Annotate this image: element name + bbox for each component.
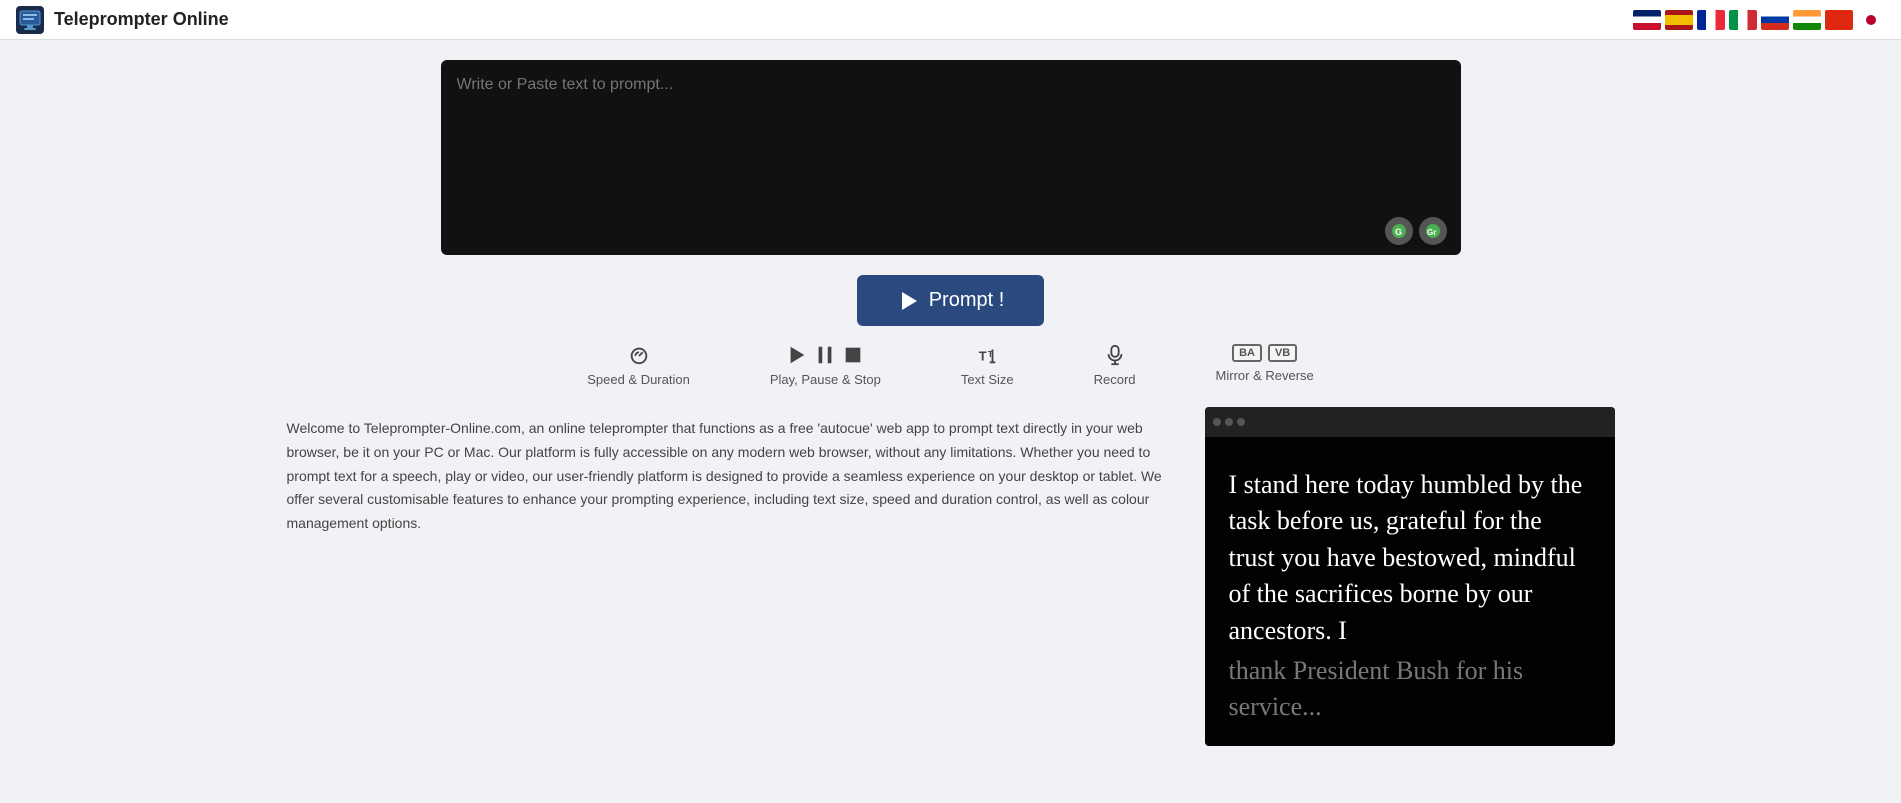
microphone-icon: [1104, 344, 1126, 366]
app-title: Teleprompter Online: [54, 9, 229, 30]
flag-uk[interactable]: [1633, 10, 1661, 30]
preview-text-area: I stand here today humbled by the task b…: [1205, 437, 1615, 746]
prompt-button[interactable]: Prompt !: [857, 275, 1045, 326]
flag-india[interactable]: [1793, 10, 1821, 30]
dot-1: [1213, 418, 1221, 426]
header-left: Teleprompter Online: [16, 6, 229, 34]
speed-duration-label: Speed & Duration: [587, 372, 690, 387]
play-pause-stop-label: Play, Pause & Stop: [770, 372, 881, 387]
dot-3: [1237, 418, 1245, 426]
textarea-tools: G Gr: [1385, 217, 1447, 245]
pause-icon: [814, 344, 836, 366]
play-icon-ctrl: [786, 344, 808, 366]
controls-row: Speed & Duration: [587, 344, 1314, 397]
preview-fade-text: thank President Bush for his service...: [1229, 653, 1591, 726]
description-text: Welcome to Teleprompter-Online.com, an o…: [287, 407, 1165, 746]
mirror-reverse-label: Mirror & Reverse: [1216, 368, 1314, 383]
record-icons: [1104, 344, 1126, 366]
text-size-group: T T Text Size: [961, 344, 1014, 387]
preview-main-text: I stand here today humbled by the task b…: [1229, 467, 1591, 649]
grammar-icon[interactable]: Gr: [1419, 217, 1447, 245]
flag-japan[interactable]: [1857, 10, 1885, 30]
svg-text:T: T: [979, 349, 987, 364]
speedometer-icon: [628, 344, 650, 366]
mirror-a-label: BA: [1232, 344, 1262, 362]
mirror-reverse-icons: BA VB: [1232, 344, 1297, 362]
header: Teleprompter Online: [0, 0, 1901, 40]
play-pause-stop-group: Play, Pause & Stop: [770, 344, 881, 387]
record-label: Record: [1094, 372, 1136, 387]
play-pause-stop-icons: [786, 344, 864, 366]
mirror-button[interactable]: BA: [1232, 344, 1262, 362]
speed-duration-icons: [628, 344, 650, 366]
preview-topbar: [1205, 407, 1615, 437]
flag-italy[interactable]: [1729, 10, 1757, 30]
flag-spain[interactable]: [1665, 10, 1693, 30]
text-size-label: Text Size: [961, 372, 1014, 387]
text-size-icons: T T: [976, 344, 998, 366]
prompt-textarea-container: G Gr: [441, 60, 1461, 255]
main-content: G Gr Prompt !: [0, 40, 1901, 746]
mirror-reverse-group: BA VB Mirror & Reverse: [1216, 344, 1314, 383]
record-group: Record: [1094, 344, 1136, 387]
prompt-button-label: Prompt !: [929, 289, 1005, 312]
stop-icon: [842, 344, 864, 366]
svg-text:Gr: Gr: [1427, 228, 1436, 237]
play-button[interactable]: [786, 344, 808, 366]
speed-duration-group: Speed & Duration: [587, 344, 690, 387]
flag-france[interactable]: [1697, 10, 1725, 30]
svg-text:G: G: [1395, 227, 1402, 237]
flag-bar: [1633, 10, 1885, 30]
mirror-b-label: VB: [1268, 344, 1297, 362]
text-size-button[interactable]: T T: [976, 344, 998, 366]
play-icon: [897, 290, 919, 312]
prompt-textarea[interactable]: [457, 76, 1445, 234]
teleprompter-preview: I stand here today humbled by the task b…: [1205, 407, 1615, 746]
reverse-button[interactable]: VB: [1268, 344, 1297, 362]
spellcheck-icon[interactable]: G: [1385, 217, 1413, 245]
record-button[interactable]: [1104, 344, 1126, 366]
flag-china[interactable]: [1825, 10, 1853, 30]
speed-duration-button[interactable]: [628, 344, 650, 366]
bottom-section: Welcome to Teleprompter-Online.com, an o…: [271, 407, 1631, 746]
app-logo-icon: [16, 6, 44, 34]
pause-button[interactable]: [814, 344, 836, 366]
stop-button[interactable]: [842, 344, 864, 366]
dot-2: [1225, 418, 1233, 426]
text-size-icon: T T: [976, 344, 998, 366]
flag-russia[interactable]: [1761, 10, 1789, 30]
